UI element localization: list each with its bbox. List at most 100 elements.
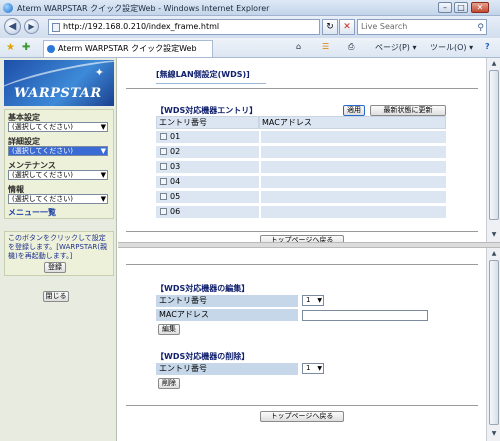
forward-button[interactable]: ▶	[24, 19, 39, 34]
table-row: 04	[156, 176, 259, 188]
search-icon[interactable]: ⚲	[477, 21, 484, 35]
stop-button[interactable]: ✕	[339, 19, 355, 35]
entry-checkbox[interactable]	[160, 208, 167, 215]
logo-text: WARPSTAR	[14, 86, 102, 101]
scrollbar-thumb[interactable]	[489, 260, 499, 425]
bottom-frame-scrollbar[interactable]: ▲ ▼	[486, 248, 500, 441]
ie-tab-icon	[47, 45, 55, 53]
print-icon[interactable]: ⎙	[348, 42, 354, 52]
divider	[126, 405, 478, 406]
navigation-bar: ◀ ▶ http://192.168.0.210/index_frame.htm…	[0, 16, 500, 38]
address-url: http://192.168.0.210/index_frame.html	[63, 22, 220, 31]
bottom-frame: 【WDS対応機器の編集】 エントリ番号 1 ▼ MACアドレス 編集 【WDS対応…	[118, 248, 486, 441]
entry-number: 03	[170, 162, 181, 171]
mac-address-label: MACアドレス	[156, 309, 298, 321]
table-row: 06	[156, 206, 259, 218]
close-window-button[interactable]: ✕	[471, 2, 489, 13]
select-value: (選択してください)	[12, 123, 74, 131]
delete-entry-select[interactable]: 1 ▼	[302, 363, 324, 374]
tab-title: Aterm WARPSTAR クイック設定Web	[58, 44, 197, 53]
delete-button[interactable]: 削除	[158, 378, 180, 389]
page-menu[interactable]: ページ(P) ▾	[375, 42, 416, 53]
refresh-status-button[interactable]: 最新状態に更新	[370, 105, 446, 116]
select-value: (選択してください)	[12, 171, 74, 179]
table-row: 01	[156, 131, 259, 143]
maximize-button[interactable]: □	[454, 2, 468, 13]
scroll-down-arrow-icon[interactable]: ▼	[489, 230, 499, 240]
favorites-star-icon[interactable]: ★	[6, 42, 15, 53]
select-value: (選択してください)	[12, 195, 74, 203]
refresh-button[interactable]: ↻	[322, 19, 338, 35]
left-menu-frame: ✦ WARPSTAR 基本設定 (選択してください) ▼ 詳細設定 (選択してくだ…	[0, 58, 117, 441]
info-select[interactable]: (選択してください) ▼	[8, 194, 108, 204]
apply-button[interactable]: 適用	[343, 105, 365, 116]
edit-button[interactable]: 編集	[158, 324, 180, 335]
main-frame: [無線LAN側設定(WDS)] 【WDS対応機器エントリ】 適用 最新状態に更新…	[118, 58, 486, 246]
table-row: 02	[156, 146, 259, 158]
entry-number: 05	[170, 192, 181, 201]
scroll-up-arrow-icon[interactable]: ▲	[489, 249, 499, 259]
entry-number: 01	[170, 132, 181, 141]
basic-settings-select[interactable]: (選択してください) ▼	[8, 122, 108, 132]
table-row: 05	[156, 191, 259, 203]
entry-number: 06	[170, 207, 181, 216]
back-to-top-button-bottom[interactable]: トップページへ戻る	[260, 411, 344, 422]
maintenance-select[interactable]: (選択してください) ▼	[8, 170, 108, 180]
entry-number: 04	[170, 177, 181, 186]
page-title: [無線LAN側設定(WDS)]	[156, 70, 250, 79]
feeds-icon[interactable]: ☰	[322, 42, 329, 51]
minimize-button[interactable]: –	[438, 2, 452, 13]
scrollbar-thumb[interactable]	[489, 70, 499, 220]
column-entry-number: エントリ番号	[156, 116, 259, 129]
mac-cell	[261, 161, 446, 173]
ie-logo-icon	[3, 3, 13, 13]
chevron-down-icon: ▼	[100, 171, 106, 179]
entry-checkbox[interactable]	[160, 163, 167, 170]
chevron-down-icon: ▼	[100, 195, 106, 203]
entry-checkbox[interactable]	[160, 133, 167, 140]
title-underline	[156, 83, 266, 84]
tools-menu[interactable]: ツール(O) ▾	[430, 42, 473, 53]
main-frame-scrollbar[interactable]: ▲ ▼	[486, 58, 500, 242]
address-bar[interactable]: http://192.168.0.210/index_frame.html	[48, 19, 320, 35]
entry-checkbox[interactable]	[160, 148, 167, 155]
tab-command-bar: ★ ✚ Aterm WARPSTAR クイック設定Web ⌂ ☰ ⎙ ページ(P…	[0, 38, 500, 58]
home-icon[interactable]: ⌂	[296, 42, 301, 51]
scroll-up-arrow-icon[interactable]: ▲	[489, 59, 499, 69]
mac-cell	[261, 176, 446, 188]
register-note-text: このボタンをクリックして設定を登録します。[WARPSTAR(親機)を再起動しま…	[8, 234, 108, 260]
close-button[interactable]: 閉じる	[43, 291, 69, 302]
page-icon	[52, 23, 60, 32]
chevron-down-icon: ▼	[317, 365, 322, 372]
entry-heading: 【WDS対応機器エントリ】	[156, 106, 258, 115]
add-favorite-icon[interactable]: ✚	[22, 42, 30, 53]
entry-checkbox[interactable]	[160, 178, 167, 185]
mac-cell	[261, 131, 446, 143]
window-titlebar: Aterm WARPSTAR クイック設定Web - Windows Inter…	[0, 0, 500, 16]
back-button[interactable]: ◀	[4, 18, 21, 35]
column-mac-address: MACアドレス	[259, 116, 446, 129]
edit-entry-select[interactable]: 1 ▼	[302, 295, 324, 306]
edit-entry-label: エントリ番号	[156, 295, 298, 307]
table-row: 03	[156, 161, 259, 173]
register-button[interactable]: 登録	[44, 262, 66, 273]
mac-address-input[interactable]	[302, 310, 428, 321]
chevron-down-icon: ▼	[317, 297, 322, 304]
edit-heading: 【WDS対応機器の編集】	[156, 284, 250, 293]
mac-cell	[261, 146, 446, 158]
chevron-down-icon: ▼	[100, 147, 106, 155]
select-value: 1	[306, 296, 311, 304]
tab-active[interactable]: Aterm WARPSTAR クイック設定Web	[43, 40, 213, 57]
select-value: (選択してください)	[12, 147, 74, 155]
entry-checkbox[interactable]	[160, 193, 167, 200]
help-icon[interactable]: ?	[485, 42, 490, 51]
search-input[interactable]: Live Search ⚲	[357, 19, 487, 35]
advanced-settings-select[interactable]: (選択してください) ▼	[8, 146, 108, 156]
logo-star-icon: ✦	[94, 66, 104, 79]
select-value: 1	[306, 364, 311, 372]
window-title: Aterm WARPSTAR クイック設定Web - Windows Inter…	[17, 4, 270, 13]
scroll-down-arrow-icon[interactable]: ▼	[489, 429, 499, 439]
menu-list-link[interactable]: メニュー一覧	[8, 207, 56, 218]
mac-cell	[261, 206, 446, 218]
divider	[126, 88, 478, 89]
